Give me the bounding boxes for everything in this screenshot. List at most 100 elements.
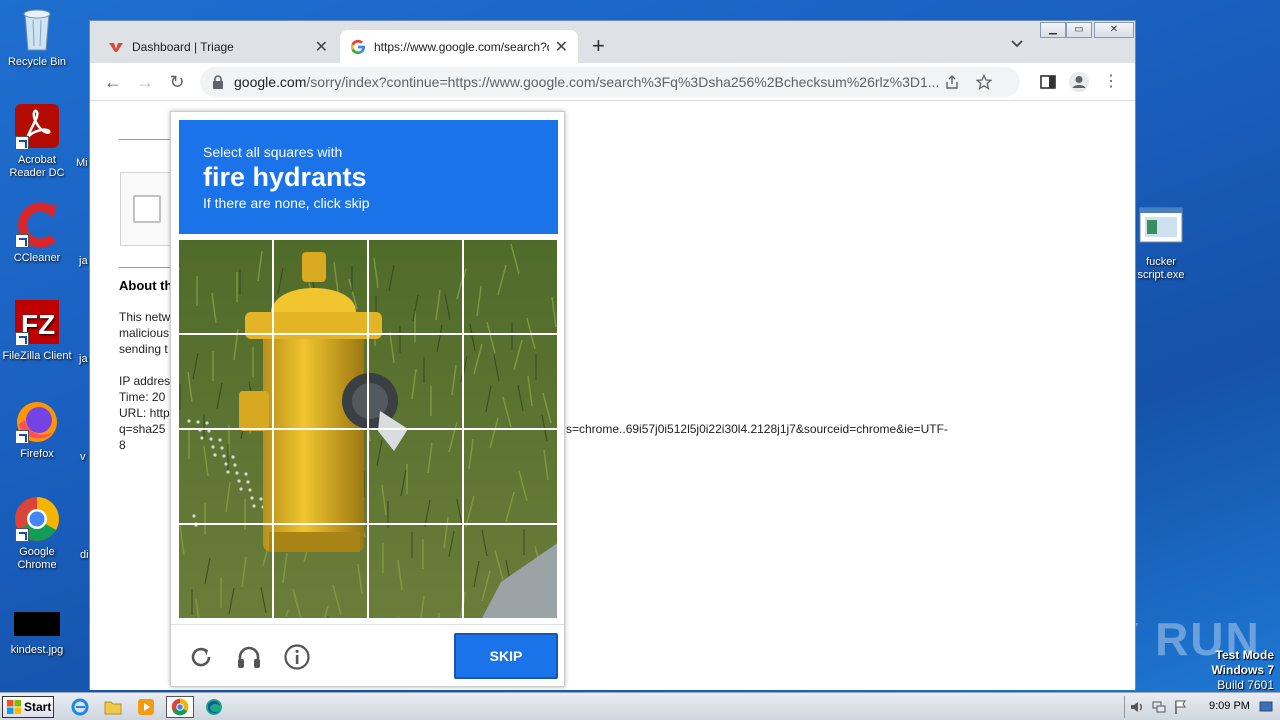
tab-close-icon[interactable]: ✕ [315, 37, 328, 57]
captcha-tile-image [369, 430, 462, 523]
captcha-tile[interactable] [179, 240, 272, 333]
tab-dashboard-triage[interactable]: Dashboard | Triage ✕ [98, 30, 338, 63]
address-bar[interactable]: google.com/sorry/index?continue=https://… [200, 67, 1020, 97]
triage-favicon-icon [109, 42, 123, 52]
shortcut-arrow-icon [15, 332, 29, 346]
captcha-tile[interactable] [179, 335, 272, 428]
show-desktop-icon[interactable] [1259, 700, 1273, 714]
minimize-button[interactable]: ▁ [1040, 22, 1066, 38]
executable-icon [1137, 206, 1185, 252]
network-icon[interactable] [1151, 699, 1167, 715]
profile-avatar-icon[interactable] [1068, 71, 1090, 93]
shortcut-arrow-icon [15, 136, 29, 150]
side-panel-icon[interactable] [1040, 75, 1056, 89]
desktop-icon-label-partial: di [80, 549, 89, 561]
maximize-button[interactable]: ▭ [1066, 22, 1092, 38]
captcha-tile-image [369, 335, 462, 428]
clock[interactable]: 9:09 PM [1209, 700, 1250, 712]
action-center-flag-icon[interactable] [1173, 699, 1189, 715]
url-host: google.com [234, 74, 307, 90]
taskbar-explorer[interactable] [99, 696, 127, 718]
captcha-tile[interactable] [179, 525, 272, 618]
reload-button[interactable]: ↻ [166, 71, 188, 93]
body-text-line: sending t [119, 342, 168, 356]
recaptcha-challenge: Select all squares with fire hydrants If… [170, 111, 565, 687]
close-window-button[interactable]: ✕ [1094, 22, 1134, 38]
body-text-line: This netw [119, 310, 171, 324]
back-button[interactable]: ← [102, 71, 124, 93]
chrome-icon [13, 496, 61, 542]
captcha-tile[interactable] [369, 240, 462, 333]
captcha-tile[interactable] [464, 430, 557, 523]
desktop-icon-acrobat-reader[interactable]: Acrobat Reader DC [0, 104, 74, 180]
captcha-tile-image [369, 240, 462, 333]
recaptcha-checkbox[interactable] [133, 195, 161, 223]
tab-strip: Dashboard | Triage ✕ https://www.google.… [90, 21, 1135, 63]
url-query-end: 8 [119, 438, 126, 452]
folder-icon [104, 701, 122, 715]
image-grid [179, 240, 557, 618]
captcha-tile[interactable] [369, 430, 462, 523]
captcha-tile[interactable] [274, 430, 367, 523]
desktop-icon-label-partial: Mi [76, 157, 88, 169]
tab-close-icon[interactable]: ✕ [555, 37, 568, 57]
captcha-tile-image [369, 525, 462, 618]
desktop-icon-label-partial: v [80, 451, 86, 463]
tab-google-search[interactable]: https://www.google.com/search?q= ✕ [340, 30, 578, 63]
volume-icon[interactable] [1129, 699, 1145, 715]
taskbar-ie[interactable] [66, 696, 94, 718]
lock-icon[interactable] [212, 75, 224, 89]
captcha-tile[interactable] [464, 335, 557, 428]
captcha-tile[interactable] [179, 430, 272, 523]
google-favicon-icon [350, 39, 365, 54]
firefox-icon [13, 398, 61, 444]
reload-icon[interactable] [187, 643, 215, 671]
captcha-tile-image [464, 430, 557, 523]
desktop-icon-firefox[interactable]: Firefox [0, 398, 74, 461]
captcha-tile[interactable] [369, 335, 462, 428]
url-query-tail: s=chrome..69i57j0i512l5j0i22i30l4.2128j1… [566, 422, 948, 436]
captcha-tile[interactable] [274, 525, 367, 618]
captcha-tile-image [274, 430, 367, 523]
skip-button[interactable]: SKIP [454, 633, 558, 679]
taskbar-edge[interactable] [200, 696, 228, 718]
taskbar: Start 9:09 PM [0, 692, 1280, 720]
chrome-icon [171, 698, 189, 716]
taskbar-chrome[interactable] [166, 696, 194, 718]
ip-address-line: IP addres [119, 374, 171, 388]
captcha-tile-image [464, 240, 557, 333]
url-query-line: q=sha25 [119, 422, 166, 436]
tab-search-chevron-icon[interactable] [1010, 37, 1024, 51]
desktop-icon-google-chrome[interactable]: Google Chrome [0, 496, 74, 572]
desktop-icon-ccleaner[interactable]: CCleaner [0, 202, 74, 265]
forward-button[interactable]: → [134, 71, 156, 93]
desktop-icon-label-partial: ja [79, 353, 88, 365]
captcha-tile-image [274, 335, 367, 428]
filezilla-icon: FZ [13, 300, 61, 346]
shortcut-arrow-icon [15, 528, 29, 542]
bookmark-star-icon[interactable] [976, 74, 992, 90]
desktop-icon-recycle-bin[interactable]: Recycle Bin [0, 6, 74, 69]
captcha-tile[interactable] [274, 240, 367, 333]
menu-kebab-icon[interactable]: ⋮ [1100, 71, 1122, 93]
image-file-icon [13, 612, 61, 640]
captcha-tile-image [274, 525, 367, 618]
captcha-tile[interactable] [369, 525, 462, 618]
share-icon[interactable] [944, 74, 960, 90]
captcha-tile[interactable] [464, 240, 557, 333]
desktop-icon-kindest-jpg[interactable]: kindest.jpg [0, 612, 74, 657]
challenge-instruction: Select all squares with [203, 144, 343, 160]
new-tab-button[interactable]: + [592, 33, 605, 59]
captcha-tile-image [179, 335, 272, 428]
captcha-tile[interactable] [464, 525, 557, 618]
captcha-tile-image [179, 240, 272, 333]
browser-toolbar: ← → ↻ google.com/sorry/index?continue=ht… [90, 63, 1135, 101]
audio-icon[interactable] [235, 643, 263, 671]
taskbar-media-player[interactable] [132, 696, 160, 718]
start-button[interactable]: Start [2, 696, 54, 718]
captcha-tile[interactable] [274, 335, 367, 428]
internet-explorer-icon [71, 698, 89, 716]
info-icon[interactable] [283, 643, 311, 671]
desktop-icon-filezilla[interactable]: FZ FileZilla Client [0, 300, 74, 363]
shortcut-arrow-icon [15, 430, 29, 444]
